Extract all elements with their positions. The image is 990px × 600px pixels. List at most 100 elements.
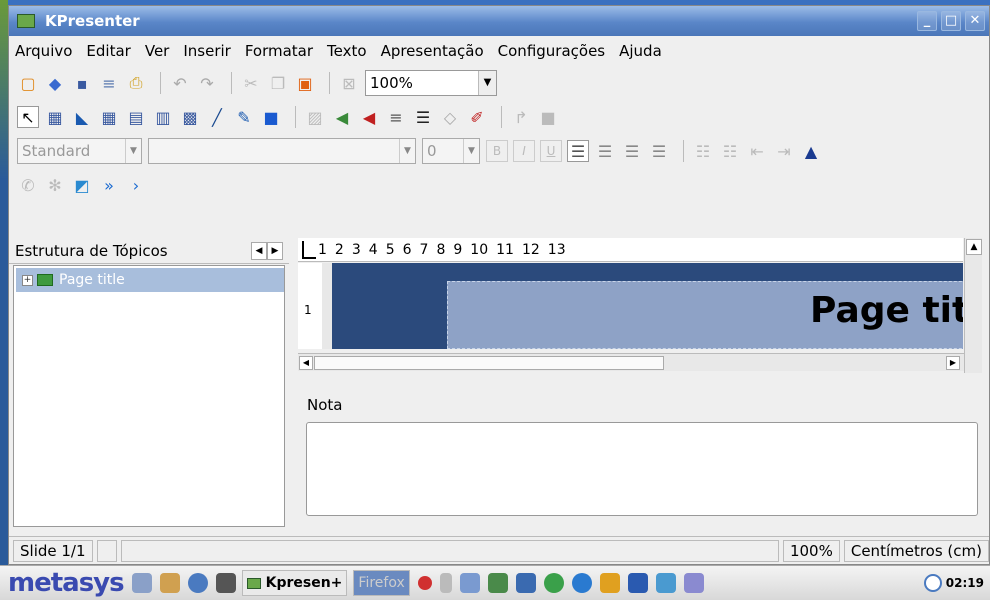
slide-canvas[interactable]: Page title — [322, 263, 963, 349]
style-select[interactable]: Standard ▼ — [17, 138, 142, 164]
sync-icon[interactable] — [655, 573, 676, 593]
rectangle-icon[interactable]: ■ — [260, 106, 282, 128]
decrease-indent-icon[interactable]: ⇤ — [746, 140, 768, 162]
signal-icon[interactable] — [515, 573, 536, 593]
scroll-left-icon[interactable]: ◀ — [299, 356, 313, 370]
task-kpresenter[interactable]: Kpresen+ — [241, 570, 348, 596]
insert-table-icon[interactable]: ▦ — [98, 106, 120, 128]
tab-left-icon[interactable]: ◀ — [251, 241, 267, 260]
menu-editar[interactable]: Editar — [86, 42, 130, 60]
font-family-select[interactable]: ▼ — [148, 138, 416, 164]
scroll-right-icon[interactable]: ▶ — [946, 356, 960, 370]
insert-chart-icon[interactable]: ▤ — [125, 106, 147, 128]
scroll-up-icon[interactable]: ▲ — [966, 239, 982, 255]
align-center-icon[interactable]: ☰ — [594, 140, 616, 162]
undo-icon[interactable]: ↶ — [169, 72, 191, 94]
start-presentation-icon[interactable]: » — [98, 174, 120, 196]
pen-color-icon[interactable]: ✐ — [466, 106, 488, 128]
image-effect-icon[interactable]: ▨ — [304, 106, 326, 128]
italic-button[interactable]: I — [513, 140, 535, 162]
title-bar[interactable]: KPresenter _ □ ✕ — [9, 6, 989, 36]
people-icon[interactable] — [159, 573, 180, 593]
insert-picture-icon[interactable]: ◣ — [71, 106, 93, 128]
menu-inserir[interactable]: Inserir — [183, 42, 230, 60]
minimize-button[interactable]: _ — [917, 11, 937, 31]
save-as-icon[interactable]: ≡ — [98, 72, 120, 94]
wrench-icon[interactable]: ✆ — [17, 174, 39, 196]
align-right-icon[interactable]: ☰ — [621, 140, 643, 162]
chevron-down-icon[interactable]: ▼ — [478, 71, 496, 95]
underline-button[interactable]: U — [540, 140, 562, 162]
task-firefox[interactable]: Firefox — [353, 570, 410, 596]
insert-formula-icon[interactable]: ▥ — [152, 106, 174, 128]
save-icon[interactable]: ▪ — [71, 72, 93, 94]
maximize-button[interactable]: □ — [941, 11, 961, 31]
shadow-icon[interactable]: ■ — [537, 106, 559, 128]
numbered-list-icon[interactable]: ☷ — [719, 140, 741, 162]
bullet-list-icon[interactable]: ☷ — [692, 140, 714, 162]
globe-icon[interactable] — [187, 573, 208, 593]
insert-object-icon[interactable]: ▩ — [179, 106, 201, 128]
redo-icon[interactable]: ↷ — [196, 72, 218, 94]
record-icon[interactable] — [417, 576, 432, 590]
vertical-scrollbar[interactable]: ▲ — [964, 238, 982, 373]
slide-effect-icon[interactable]: ◩ — [71, 174, 93, 196]
app-tray-icon[interactable] — [599, 573, 620, 593]
horizontal-scrollbar[interactable]: ◀ ▶ — [298, 353, 964, 371]
battery-icon[interactable] — [439, 573, 452, 593]
text-color-icon[interactable]: ▲ — [800, 140, 822, 162]
print-icon[interactable]: ⎙ — [125, 72, 147, 94]
arrow-right-icon[interactable]: ◀ — [358, 106, 380, 128]
select-pointer-icon[interactable]: ↖ — [17, 106, 39, 128]
outline-tab[interactable]: Estrutura de Tópicos ◀ ▶ — [9, 238, 289, 264]
increase-indent-icon[interactable]: ⇥ — [773, 140, 795, 162]
font-size-select[interactable]: 0 ▼ — [422, 138, 480, 164]
network-icon[interactable] — [487, 573, 508, 593]
next-step-icon[interactable]: › — [125, 174, 147, 196]
terminal-icon[interactable] — [215, 573, 236, 593]
line-icon[interactable]: ╱ — [206, 106, 228, 128]
window-tray-icon[interactable] — [627, 573, 648, 593]
arrow-left-icon[interactable]: ◀ — [331, 106, 353, 128]
chevron-down-icon[interactable]: ▼ — [125, 139, 141, 163]
zoom-select[interactable]: 100% ▼ — [365, 70, 497, 96]
expand-icon[interactable]: + — [22, 274, 33, 286]
menu-arquivo[interactable]: Arquivo — [15, 42, 72, 60]
menu-apresentacao[interactable]: Apresentação — [381, 42, 484, 60]
messenger-icon[interactable] — [543, 573, 564, 593]
title-textbox[interactable]: Page title — [447, 281, 963, 349]
menu-configuracoes[interactable]: Configurações — [498, 42, 605, 60]
bold-button[interactable]: B — [486, 140, 508, 162]
volume-icon[interactable] — [459, 573, 480, 593]
align-justify-icon[interactable]: ☰ — [648, 140, 670, 162]
fill-color-icon[interactable]: ◇ — [439, 106, 461, 128]
slide[interactable]: Page title — [332, 263, 963, 349]
settings-icon[interactable]: ✻ — [44, 174, 66, 196]
line-style-icon[interactable]: ≡ — [385, 106, 407, 128]
menu-texto[interactable]: Texto — [327, 42, 367, 60]
freehand-icon[interactable]: ✎ — [233, 106, 255, 128]
copy-icon[interactable]: ❐ — [267, 72, 289, 94]
display-icon[interactable] — [683, 573, 704, 593]
note-textarea[interactable] — [306, 422, 978, 516]
scroll-thumb[interactable] — [314, 356, 664, 370]
clock[interactable]: 02:19 — [923, 574, 984, 592]
cut-icon[interactable]: ✂ — [240, 72, 262, 94]
rotate-icon[interactable]: ↱ — [510, 106, 532, 128]
paste-icon[interactable]: ▣ — [294, 72, 316, 94]
tools-icon[interactable] — [131, 573, 152, 593]
insert-text-icon[interactable]: ▦ — [44, 106, 66, 128]
open-icon[interactable]: ◆ — [44, 72, 66, 94]
slide-title[interactable]: Page title — [810, 290, 963, 331]
tab-right-icon[interactable]: ▶ — [267, 241, 283, 260]
chevron-down-icon[interactable]: ▼ — [399, 139, 415, 163]
line-width-icon[interactable]: ☰ — [412, 106, 434, 128]
delete-icon[interactable]: ⊠ — [338, 72, 360, 94]
chevron-down-icon[interactable]: ▼ — [463, 139, 479, 163]
menu-formatar[interactable]: Formatar — [245, 42, 313, 60]
menu-ver[interactable]: Ver — [145, 42, 170, 60]
metasys-logo[interactable]: metasys — [8, 568, 125, 598]
close-button[interactable]: ✕ — [965, 11, 985, 31]
menu-ajuda[interactable]: Ajuda — [619, 42, 662, 60]
outline-item[interactable]: + Page title — [16, 268, 284, 292]
